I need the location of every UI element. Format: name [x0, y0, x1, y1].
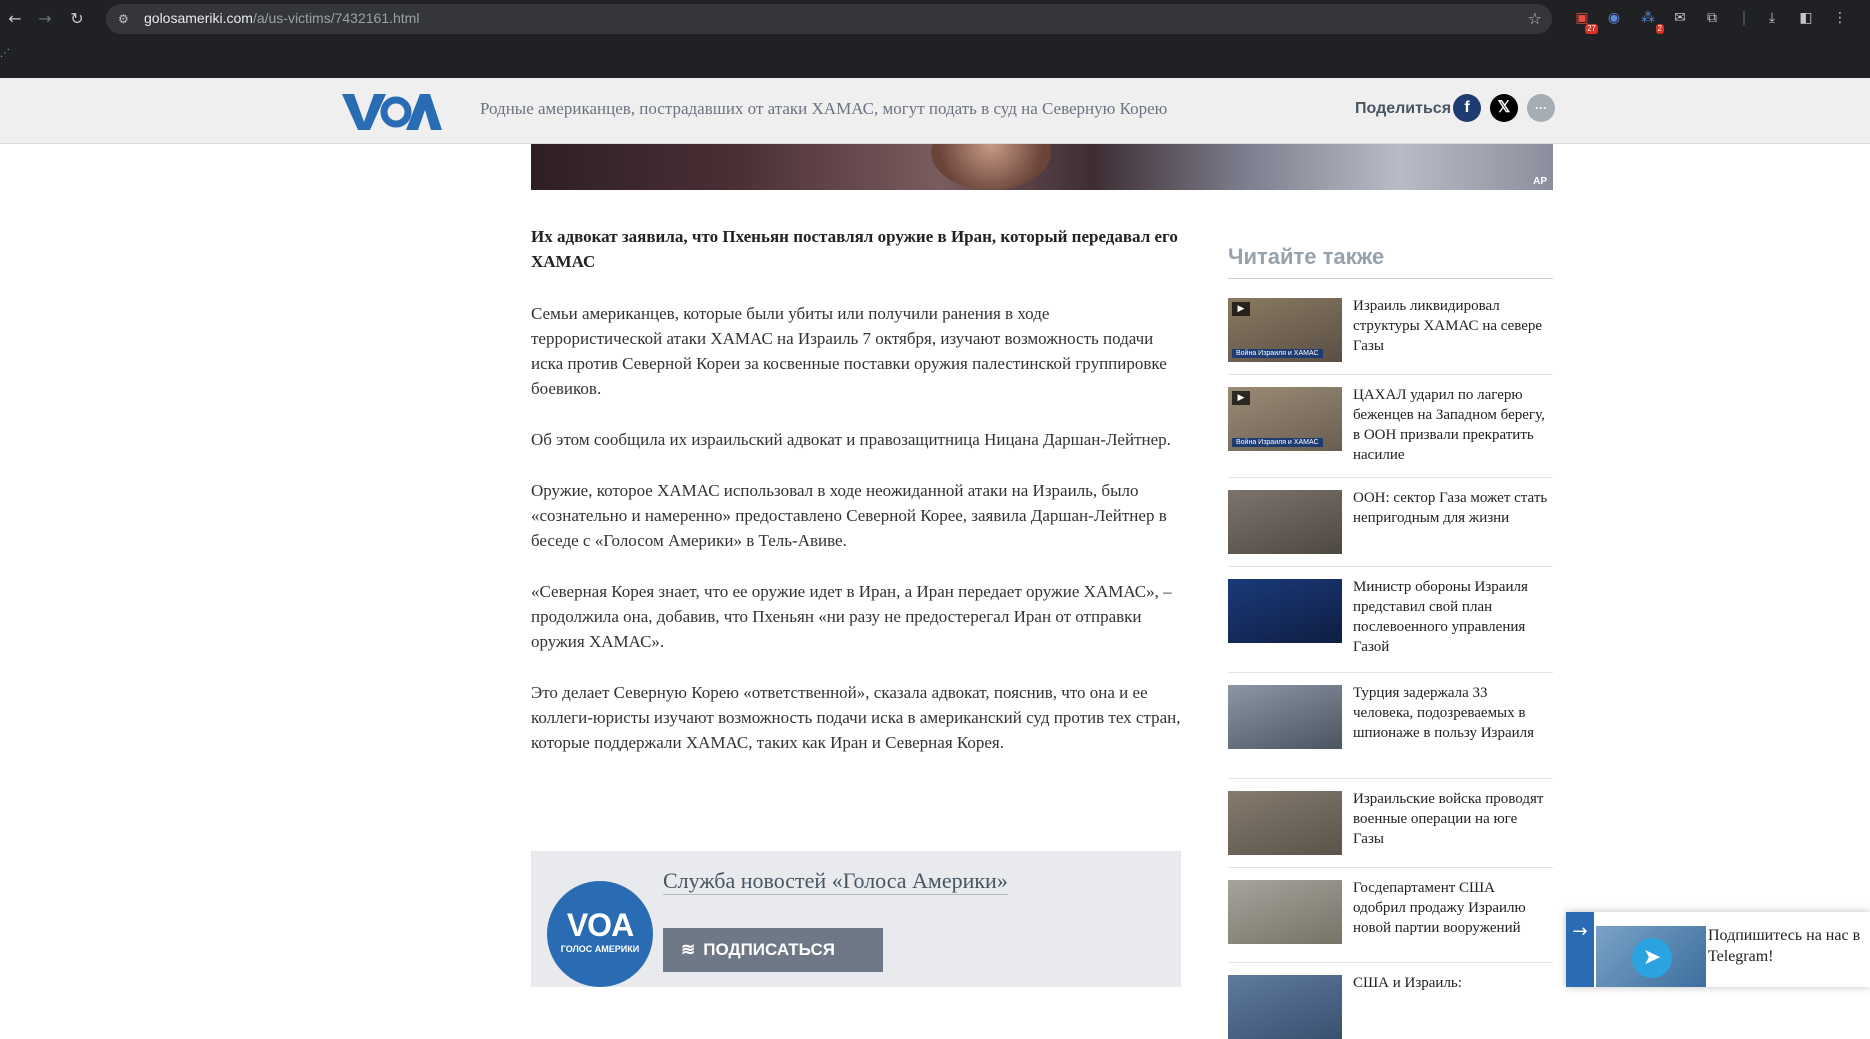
article-paragraph: Оружие, которое ХАМАС использовал в ходе… — [531, 481, 1167, 550]
divider-icon: | — [1741, 10, 1747, 26]
article-paragraph: Это делает Северную Корею «ответственной… — [531, 683, 1181, 752]
thumbnail-tag: Война Израиля и ХАМАС — [1232, 349, 1323, 358]
ext-dots-icon[interactable]: ⁂ 2 — [1638, 8, 1664, 34]
related-thumbnail[interactable] — [1228, 685, 1342, 749]
related-thumbnail[interactable] — [1228, 791, 1342, 855]
related-item[interactable]: Министр обороны Израиля представил свой … — [1228, 567, 1553, 673]
bookmarks-bar: ⋰ — [0, 42, 1870, 78]
bookmark-star-icon[interactable]: ☆ — [1528, 9, 1542, 28]
article-lead: Их адвокат заявила, что Пхеньян поставля… — [531, 227, 1178, 271]
related-headline[interactable]: Израиль ликвидировал структуры ХАМАС на … — [1353, 296, 1551, 356]
thumbnail-tag: Война Израиля и ХАМАС — [1232, 438, 1323, 447]
hero-image: AP — [531, 144, 1553, 190]
arrow-right-icon[interactable]: → — [1566, 912, 1594, 987]
more-share-button[interactable]: ··· — [1527, 94, 1555, 122]
related-headline[interactable]: Израильские войска проводят военные опер… — [1353, 789, 1551, 849]
related-thumbnail[interactable]: ▶ Война Израиля и ХАМАС — [1228, 298, 1342, 362]
facebook-share-button[interactable]: f — [1453, 94, 1481, 122]
author-box: VOA ГОЛОС АМЕРИКИ Служба новостей «Голос… — [531, 851, 1181, 1003]
related-item[interactable]: Израильские войска проводят военные опер… — [1228, 779, 1553, 868]
article-paragraph: Семьи американцев, которые были убиты ил… — [531, 304, 1167, 398]
telegram-text[interactable]: Подпишитесь на нас в Telegram! — [1708, 925, 1868, 967]
related-thumbnail[interactable] — [1228, 880, 1342, 944]
download-icon[interactable]: ⤓ — [1762, 8, 1782, 28]
forward-icon[interactable]: → — [34, 8, 56, 30]
side-panel-icon[interactable]: ◧ — [1796, 8, 1816, 28]
related-item[interactable]: ▶ Война Израиля и ХАМАС ЦАХАЛ ударил по ла… — [1228, 375, 1553, 478]
related-thumbnail[interactable]: ▶ Война Израиля и ХАМАС — [1228, 387, 1342, 451]
related-headline[interactable]: ЦАХАЛ ударил по лагерю беженцев на Запад… — [1353, 385, 1551, 465]
article-paragraph: «Северная Корея знает, что ее оружие иде… — [531, 582, 1172, 651]
reload-icon[interactable]: ↻ — [66, 8, 88, 30]
related-headline[interactable]: ООН: сектор Газа может стать непригодным… — [1353, 488, 1551, 528]
related-thumbnail[interactable] — [1228, 579, 1342, 643]
related-thumbnail[interactable] — [1228, 975, 1342, 1039]
back-icon[interactable]: ← — [4, 8, 26, 30]
related-headline[interactable]: Госдепартамент США одобрил продажу Израи… — [1353, 878, 1551, 938]
hero-face-shape — [931, 144, 1051, 190]
author-avatar[interactable]: VOA ГОЛОС АМЕРИКИ — [547, 881, 653, 987]
article-body: Их адвокат заявила, что Пхеньян поставля… — [531, 224, 1181, 781]
browser-chrome: ← → ↻ ⚙ golosameriki.com/a/us-victims/74… — [0, 0, 1870, 78]
voa-logo[interactable] — [342, 92, 442, 132]
related-sidebar: Читайте также — [1228, 244, 1553, 279]
rss-icon: ≋ — [681, 940, 696, 959]
puzzle-icon[interactable]: ⧉ — [1702, 8, 1722, 28]
related-headline[interactable]: Министр обороны Израиля представил свой … — [1353, 577, 1551, 657]
author-name-link[interactable]: Служба новостей «Голоса Америки» — [663, 868, 1008, 895]
rss-subscribe-button[interactable]: ≋ ПОДПИСАТЬСЯ (RSS) — [663, 928, 883, 1003]
x-share-button[interactable]: 𝕏 — [1490, 94, 1518, 122]
article-paragraph: Об этом сообщила их израильский адвокат … — [531, 430, 1171, 449]
related-headline[interactable]: США и Израиль: — [1353, 973, 1551, 993]
related-headline[interactable]: Турция задержала 33 человека, подозревае… — [1353, 683, 1551, 743]
sidebar-title: Читайте также — [1228, 244, 1553, 279]
telegram-popup[interactable]: → ➤ Подпишитесь на нас в Telegram! — [1566, 912, 1870, 987]
menu-icon[interactable]: ⋮ — [1830, 8, 1850, 28]
related-item[interactable]: Госдепартамент США одобрил продажу Израи… — [1228, 868, 1553, 963]
related-item[interactable]: Турция задержала 33 человека, подозревае… — [1228, 673, 1553, 779]
site-info-icon[interactable]: ⚙ — [118, 11, 134, 27]
site-header: Родные американцев, пострадавших от атак… — [0, 78, 1870, 144]
related-item[interactable]: ООН: сектор Газа может стать непригодным… — [1228, 478, 1553, 567]
related-item[interactable]: США и Израиль: — [1228, 963, 1553, 1039]
mail-icon[interactable]: ✉ — [1670, 8, 1690, 28]
url-text: golosameriki.com/a/us-victims/7432161.ht… — [144, 10, 420, 26]
avatar-logo-text: VOA — [566, 907, 634, 943]
video-camera-icon: ▶ — [1232, 391, 1250, 405]
photo-credit: AP — [1533, 176, 1547, 187]
telegram-image: ➤ — [1596, 926, 1706, 987]
video-camera-icon: ▶ — [1232, 302, 1250, 316]
related-thumbnail[interactable] — [1228, 490, 1342, 554]
bookmarks-overflow-icon[interactable]: ⋰ — [0, 48, 10, 59]
related-item[interactable]: ▶ Война Израиля и ХАМАС Израиль ликвидиров… — [1228, 286, 1553, 375]
ext-red-icon[interactable]: ▣ 27 — [1572, 8, 1598, 34]
address-bar[interactable]: ⚙ golosameriki.com/a/us-victims/7432161.… — [106, 4, 1552, 34]
rss-button-label: ПОДПИСАТЬСЯ (RSS) — [681, 940, 835, 1003]
ext-blue-icon[interactable]: ◉ — [1604, 8, 1624, 28]
header-article-title: Родные американцев, пострадавших от атак… — [480, 99, 1168, 118]
telegram-plane-icon: ➤ — [1632, 938, 1672, 978]
avatar-logo-subtext: ГОЛОС АМЕРИКИ — [560, 944, 640, 954]
share-label: Поделиться — [1355, 100, 1452, 117]
